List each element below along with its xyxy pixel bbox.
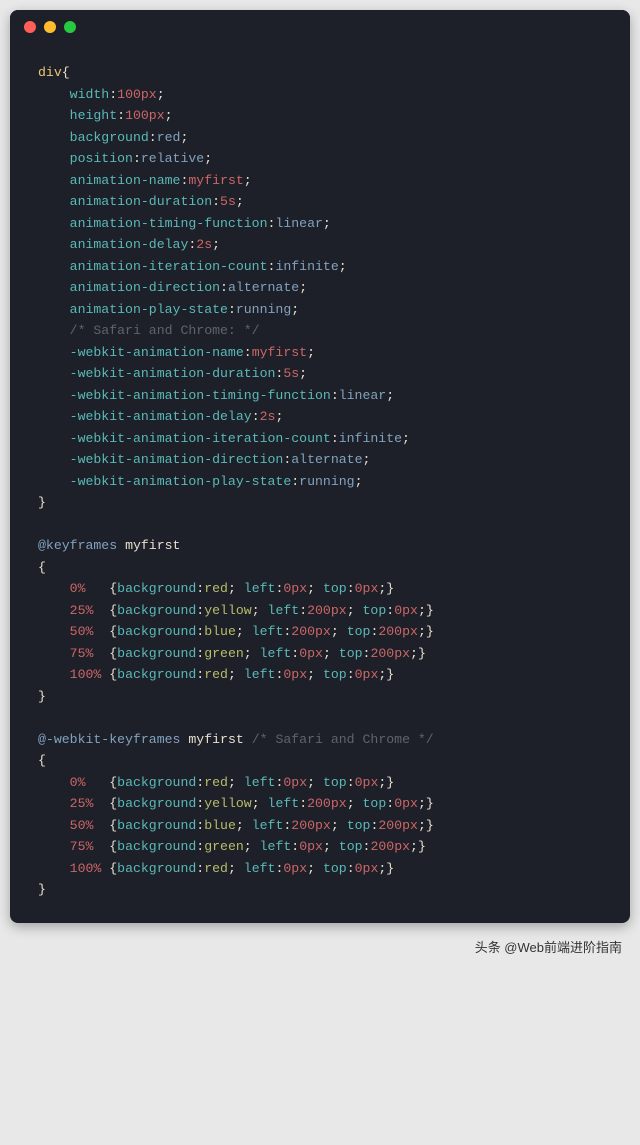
close-icon[interactable]	[24, 21, 36, 33]
maximize-icon[interactable]	[64, 21, 76, 33]
window-titlebar	[10, 10, 630, 44]
code-content: div{ width:100px; height:100px; backgrou…	[10, 44, 630, 923]
code-window: div{ width:100px; height:100px; backgrou…	[10, 10, 630, 923]
minimize-icon[interactable]	[44, 21, 56, 33]
attribution-footer: 头条 @Web前端进阶指南	[10, 933, 630, 964]
